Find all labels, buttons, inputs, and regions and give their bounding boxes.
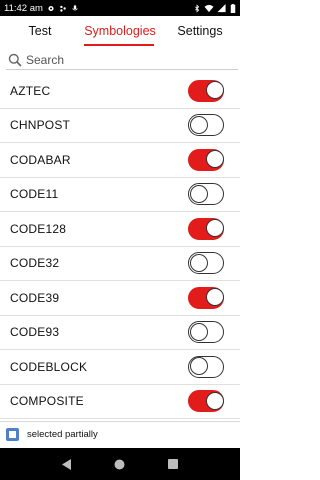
home-button[interactable] [110,454,130,474]
tab-symbologies[interactable]: Symbologies [80,16,160,46]
partial-checkbox[interactable] [6,428,19,441]
home-icon [114,459,125,469]
toggle-knob [189,322,208,341]
toggle-knob [205,219,224,238]
codabar-toggle[interactable] [188,148,224,171]
chnpost-toggle[interactable] [188,114,224,137]
checkbox-inner [9,431,16,438]
symbology-label: CODE39 [10,290,60,305]
bluetooth-icon [195,3,200,13]
list-item-code93: CODE93 [0,315,240,350]
list-item-aztec: AZTEC [0,74,240,109]
back-button[interactable] [57,454,77,474]
mic-icon [72,4,78,10]
symbology-label: CODE32 [10,256,60,271]
status-bar: 11:42 am [0,0,240,16]
symbology-label: CHNPOST [10,118,71,133]
gear-icon [48,5,54,11]
toggle-knob [189,253,208,272]
tab-settings[interactable]: Settings [160,16,240,46]
back-icon [61,458,71,470]
toggle-knob [189,184,208,203]
status-time: 11:42 am [4,2,43,14]
toggle-knob [205,288,224,307]
codeblock-toggle[interactable] [188,355,224,378]
signal-icon [217,3,226,12]
symbology-label: CODEBLOCK [10,359,88,374]
code11-toggle[interactable] [188,183,224,206]
composite-toggle[interactable] [188,390,224,413]
selection-status: selected partially [0,421,240,447]
symbology-label: CODABAR [10,152,71,167]
code128-toggle[interactable] [188,217,224,240]
search-bar [6,50,238,70]
code32-toggle[interactable] [188,252,224,275]
navigation-bar [0,448,240,480]
toggle-knob [189,115,208,134]
symbology-label: COMPOSITE [10,394,84,409]
list-item-codeblock: CODEBLOCK [0,350,240,385]
selection-label: selected partially [27,429,98,440]
list-item-composite: COMPOSITE [0,384,240,419]
toggle-knob [205,81,224,100]
active-tab-indicator [84,44,154,46]
symbology-label: CODE93 [10,325,60,340]
code39-toggle[interactable] [188,286,224,309]
dots-icon [60,5,66,12]
symbology-label: AZTEC [10,83,51,98]
list-item-code128: CODE128 [0,212,240,247]
list-item-chnpost: CHNPOST [0,108,240,143]
search-input[interactable] [26,52,226,67]
toggle-knob [189,357,208,376]
toggle-knob [205,391,224,410]
symbology-list: AZTEC CHNPOST CODABAR CODE11 CODE128 COD… [0,74,240,419]
battery-icon [230,3,236,13]
search-icon [8,53,22,67]
list-item-code11: CODE11 [0,177,240,212]
tab-test[interactable]: Test [0,16,80,46]
list-item-code39: CODE39 [0,281,240,316]
list-item-codabar: CODABAR [0,143,240,178]
tab-bar: Test Symbologies Settings [0,16,240,46]
recents-button[interactable] [163,454,183,474]
symbology-label: CODE128 [10,221,67,236]
list-item-code32: CODE32 [0,246,240,281]
code93-toggle[interactable] [188,321,224,344]
toggle-knob [205,150,224,169]
aztec-toggle[interactable] [188,79,224,102]
symbology-label: CODE11 [10,187,59,202]
wifi-icon [204,4,214,12]
recents-icon [168,459,179,469]
